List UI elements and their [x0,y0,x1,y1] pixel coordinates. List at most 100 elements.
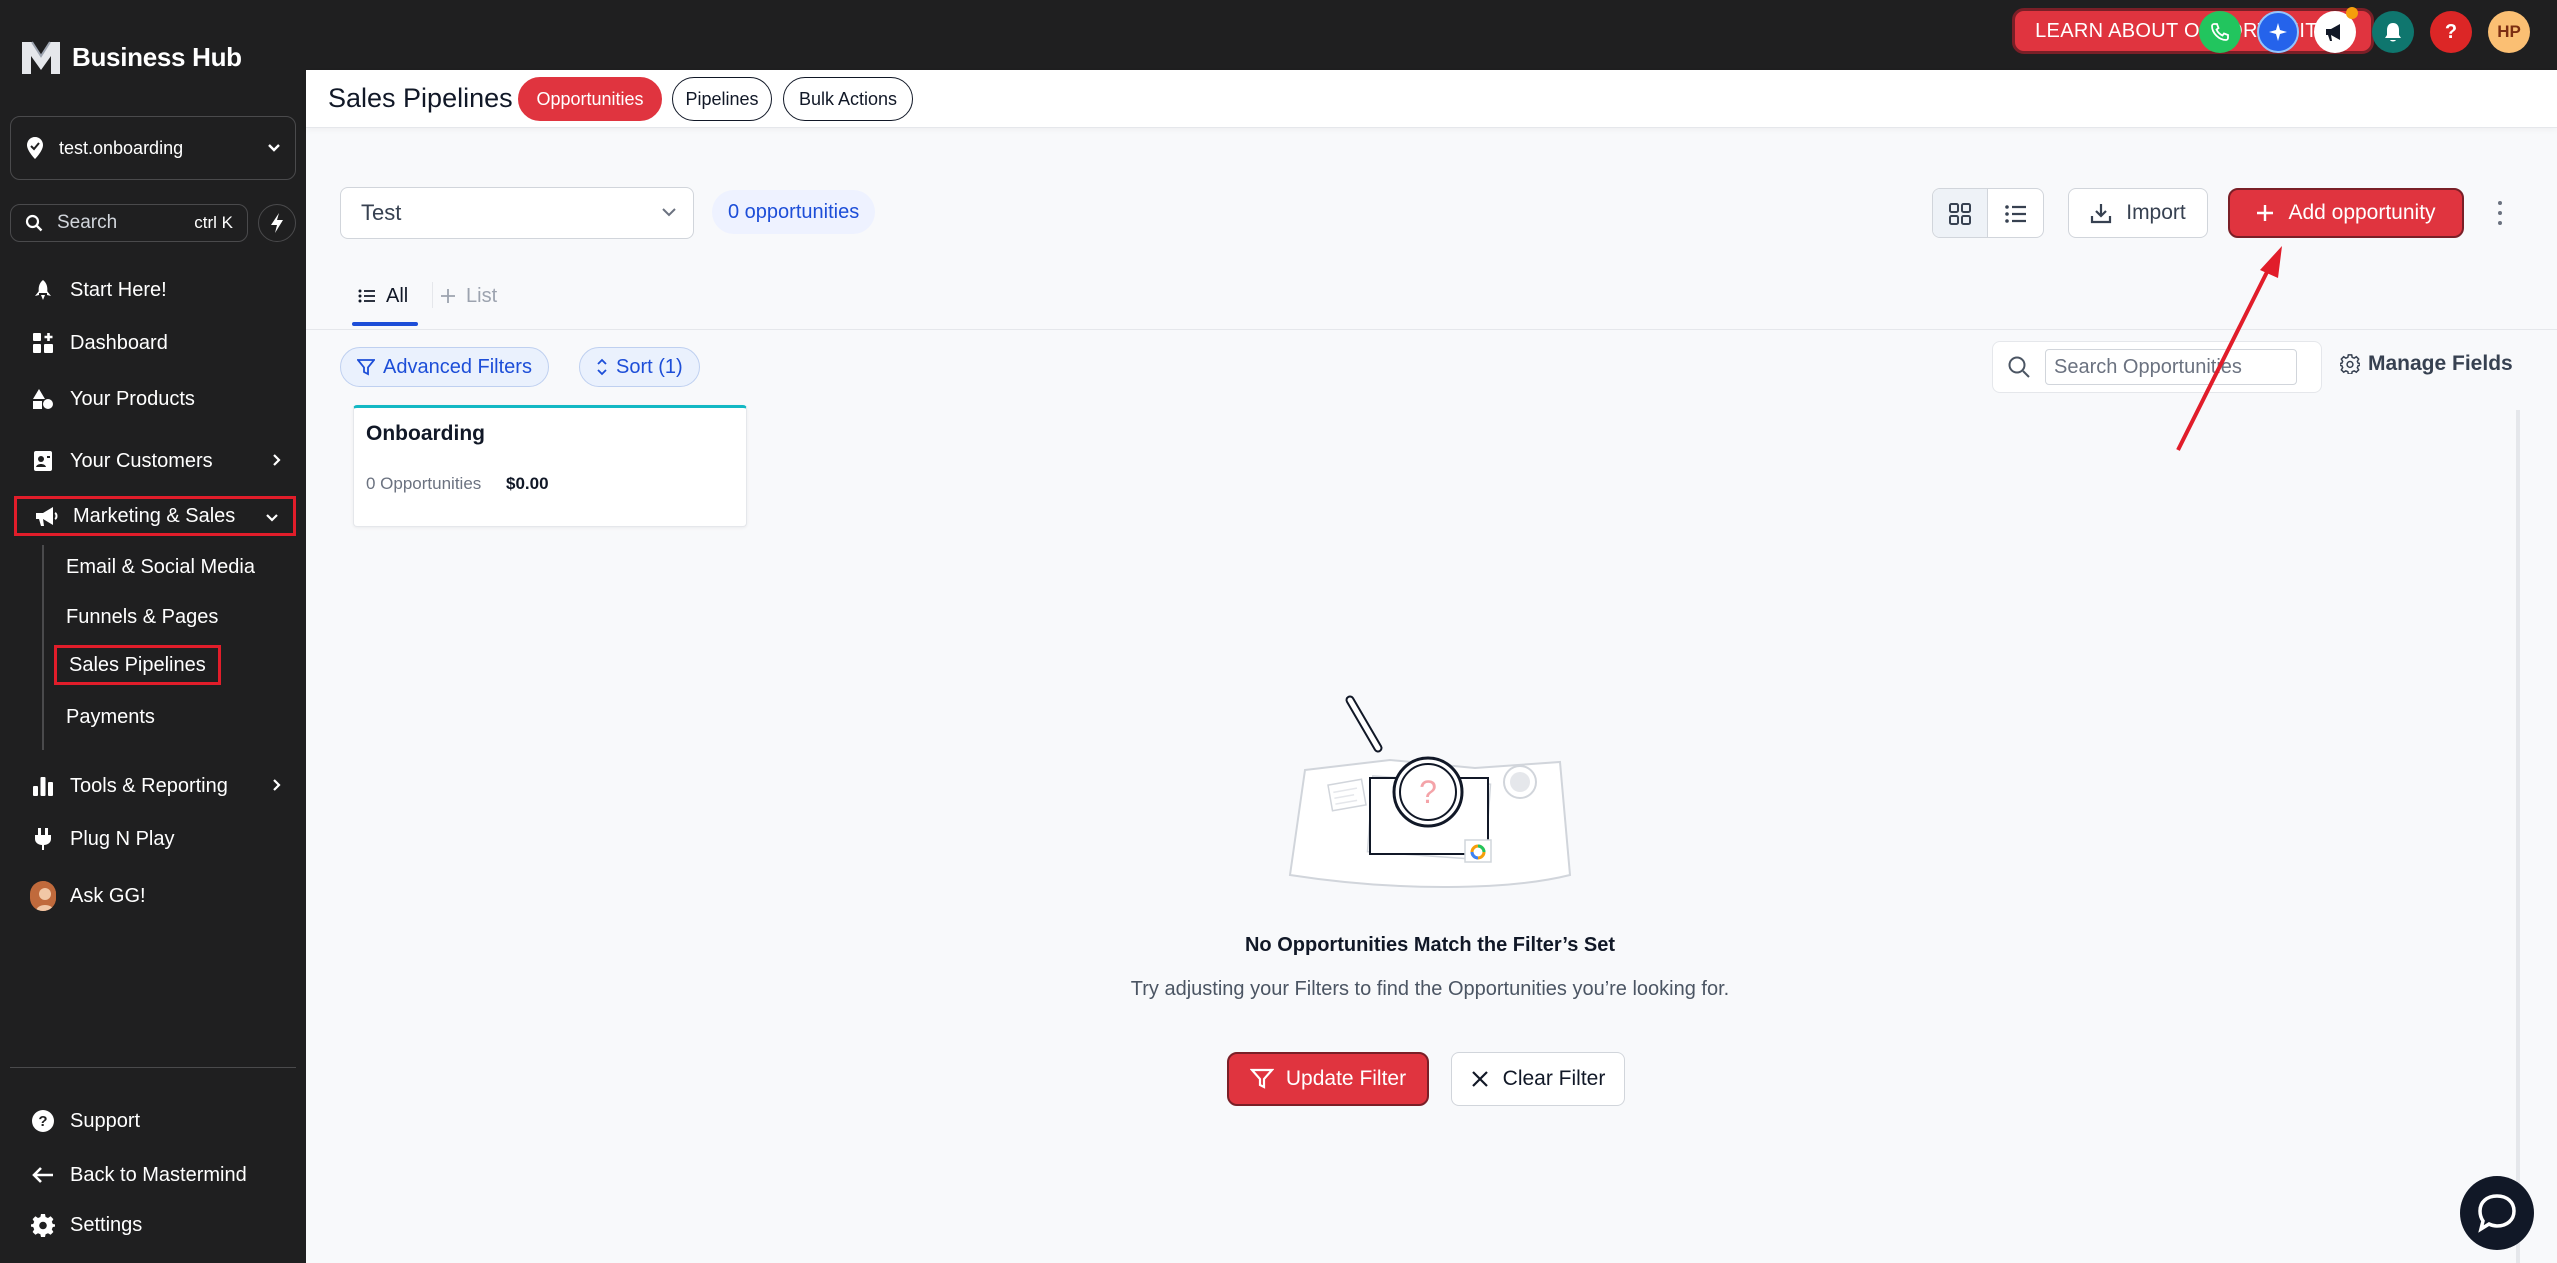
sidebar-item-label: Settings [70,1213,143,1236]
rocket-icon [30,277,56,303]
view-toggle [1932,188,2044,238]
avatar [30,881,56,911]
opportunity-count-badge: 0 opportunities [712,190,876,234]
avatar-initials: HP [2497,22,2521,41]
location-switcher[interactable]: test.onboarding [10,116,296,180]
sidebar-item-settings[interactable]: Settings [14,1205,296,1245]
sidebar-subitem-sales-pipelines[interactable]: Sales Pipelines [54,645,221,685]
help-button[interactable]: ? [2430,11,2472,53]
bell-icon [2385,23,2401,42]
manage-fields-button[interactable]: Manage Fields [2340,352,2513,376]
arrow-left-icon [30,1162,56,1188]
tab-pipelines[interactable]: Pipelines [672,77,772,121]
chevron-right-icon [273,779,281,791]
tab-bulk-actions[interactable]: Bulk Actions [783,77,913,121]
vertical-scrollbar[interactable] [2516,410,2520,1263]
grid-view-button[interactable] [1933,189,1989,237]
sidebar-item-your-products[interactable]: Your Products [14,379,296,419]
stage-total-value: $0.00 [506,474,549,493]
svg-text:?: ? [1419,774,1437,810]
sort-label: Sort (1) [616,355,683,378]
sidebar-item-label: Support [70,1109,141,1132]
advanced-filters-button[interactable]: Advanced Filters [340,347,549,387]
sidebar-subitem-email-social[interactable]: Email & Social Media [54,547,267,587]
chevron-right-icon [273,454,281,466]
tab-separator [432,282,433,308]
add-opportunity-label: Add opportunity [2288,201,2436,224]
notification-dot [2346,7,2358,19]
sidebar-subitem-payments[interactable]: Payments [54,697,167,737]
grid-icon [1949,203,1971,225]
empty-state-description: Try adjusting your Filters to find the O… [1130,978,1730,1000]
filter-icon [357,359,375,376]
subnav-rail [42,545,44,750]
location-pin-icon [27,137,43,159]
search-icon [2008,356,2030,378]
sidebar: Business Hub test.onboarding Search ctrl… [0,0,306,1263]
update-filter-label: Update Filter [1285,1067,1407,1090]
sidebar-item-label: Your Customers [70,449,213,472]
chat-widget-button[interactable] [2460,1176,2534,1250]
close-icon [1471,1071,1488,1087]
opportunity-search: Search Opportunities [1992,341,2322,393]
search-icon [25,214,43,232]
tab-all[interactable]: All [351,270,419,326]
stage-column-header[interactable]: Onboarding 0 Opportunities $0.00 [353,405,747,527]
manage-fields-label: Manage Fields [2368,352,2513,375]
dashboard-icon [30,330,56,356]
sidebar-item-marketing-sales[interactable]: Marketing & Sales [14,496,296,536]
empty-state-illustration: ? [1288,695,1572,889]
quick-actions-button[interactable] [258,204,296,242]
bar-chart-icon [30,773,56,799]
clear-filter-button[interactable]: Clear Filter [1451,1052,1625,1106]
sidebar-item-dashboard[interactable]: Dashboard [14,323,296,363]
phone-button[interactable] [2199,11,2241,53]
notifications-button[interactable] [2372,11,2414,53]
more-options-button[interactable] [2492,196,2508,230]
sidebar-subitem-label: Sales Pipelines [69,653,206,676]
gear-icon [30,1212,56,1238]
brand[interactable]: Business Hub [20,36,242,78]
sidebar-subitem-label: Email & Social Media [66,555,255,578]
view-tabs: All List [306,260,2557,330]
tab-opportunities[interactable]: Opportunities [518,77,662,121]
announcements-button[interactable] [2314,7,2358,53]
filter-icon [1249,1068,1274,1089]
sidebar-item-start-here[interactable]: Start Here! [14,270,296,310]
sidebar-item-support[interactable]: ? Support [14,1101,296,1141]
list-icon [358,289,375,303]
download-icon [2091,204,2112,224]
sidebar-search-placeholder: Search [57,212,118,233]
opportunity-search-input[interactable]: Search Opportunities [2045,349,2297,385]
ai-assistant-button[interactable] [2257,11,2299,53]
sidebar-item-tools-reporting[interactable]: Tools & Reporting [14,766,296,806]
topbar: LEARN ABOUT OPPORTUNITIES ? HP [306,0,2557,70]
plus-icon [2257,205,2274,221]
sidebar-item-label: Your Products [70,387,195,410]
sidebar-item-your-customers[interactable]: Your Customers [14,441,296,481]
lightning-icon [271,213,283,233]
list-view-button[interactable] [1988,189,2043,237]
tab-add-list[interactable]: List [440,270,497,322]
user-avatar[interactable]: HP [2488,11,2530,53]
pipeline-select[interactable]: Test [340,187,694,239]
advanced-filters-label: Advanced Filters [383,355,532,378]
sidebar-subitem-funnels-pages[interactable]: Funnels & Pages [54,597,230,637]
brand-name: Business Hub [72,41,242,72]
question-circle-icon: ? [30,1108,56,1134]
update-filter-button[interactable]: Update Filter [1227,1052,1429,1106]
sidebar-item-label: Start Here! [70,278,167,301]
add-opportunity-button[interactable]: Add opportunity [2228,188,2464,238]
import-button[interactable]: Import [2068,188,2208,238]
sidebar-item-plug-n-play[interactable]: Plug N Play [14,819,296,859]
sidebar-search[interactable]: Search ctrl K [10,204,248,242]
sidebar-subitem-label: Funnels & Pages [66,605,219,628]
chevron-down-icon [266,514,278,522]
sidebar-item-ask-gg[interactable]: Ask GG! [14,876,296,916]
import-label: Import [2126,201,2186,224]
sidebar-item-back-to-mastermind[interactable]: Back to Mastermind [14,1155,296,1195]
gear-icon [2340,354,2360,374]
stage-name: Onboarding [366,422,485,445]
brand-logo-icon [22,41,60,74]
sort-button[interactable]: Sort (1) [579,347,700,387]
